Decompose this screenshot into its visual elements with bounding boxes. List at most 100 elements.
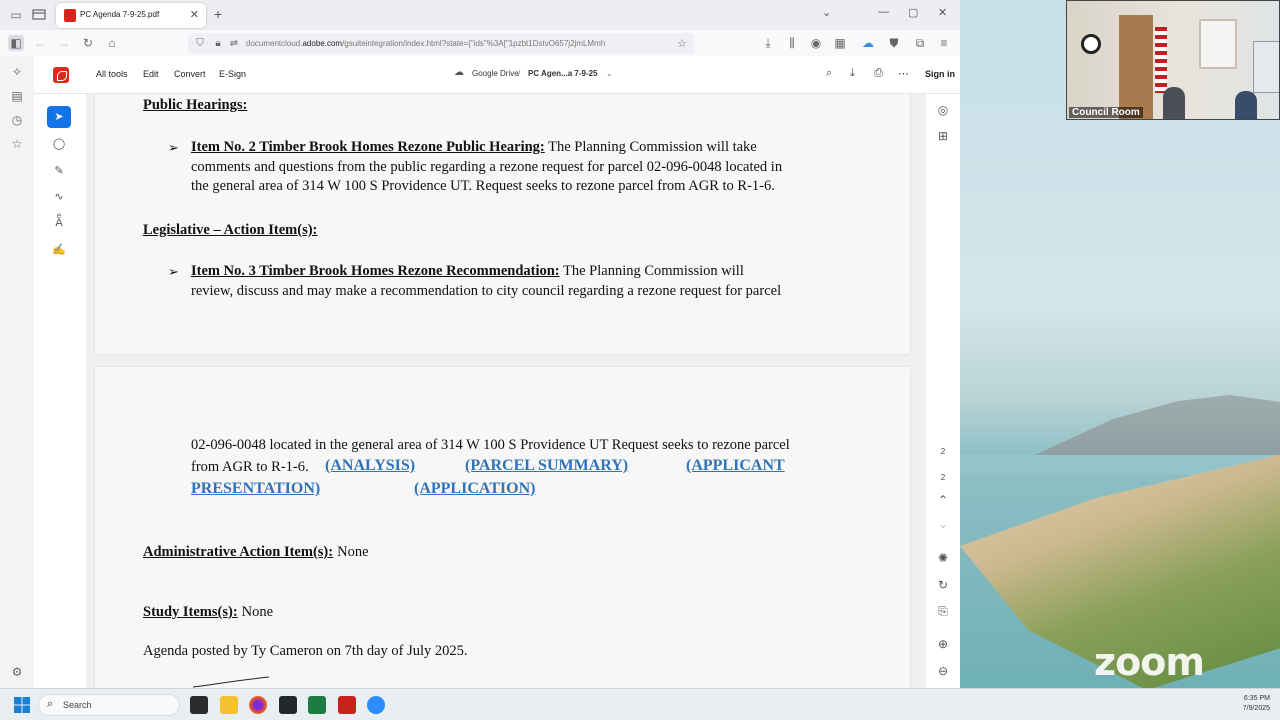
back-icon[interactable]: ←: [32, 35, 48, 51]
tab-title: PC Agenda 7-9-25.pdf: [80, 10, 160, 19]
select-cursor-icon[interactable]: ➤: [47, 106, 71, 128]
zoom-out-icon[interactable]: ⊖: [935, 663, 951, 679]
minimize-icon[interactable]: —: [878, 6, 889, 18]
sidebar-toggle-icon[interactable]: ▭: [8, 7, 24, 23]
participant-person: [1235, 91, 1257, 119]
tabs-icon[interactable]: ▤: [9, 88, 25, 104]
pdf-page-2: 02-096-0048 located in the general area …: [95, 367, 910, 688]
browser-window: ▭ PC Agenda 7-9-25.pdf ✕ + ⌄ — ▢ ✕ ◧ ← →…: [0, 0, 960, 688]
system-clock[interactable]: 6:35 PM 7/9/2025: [1243, 694, 1270, 714]
signature-scribble: [192, 676, 270, 688]
windows-taskbar: ⌕ Search 6:35 PM 7/9/2025: [0, 688, 1280, 720]
taskbar-search[interactable]: ⌕ Search: [38, 694, 180, 716]
maximize-icon[interactable]: ▢: [908, 6, 918, 19]
draw-freehand-icon[interactable]: ∿: [47, 186, 71, 208]
sidebar-icon[interactable]: ◧: [8, 35, 24, 51]
address-bar[interactable]: ⛉ 🔒︎ ⇌ documentcloud.adobe.com/gsuiteint…: [188, 33, 694, 54]
reload-icon[interactable]: ↻: [80, 35, 96, 51]
application-link[interactable]: (APPLICATION): [414, 480, 535, 498]
firefox-icon[interactable]: [249, 696, 267, 714]
account-icon[interactable]: ◉: [808, 35, 824, 51]
study-items-heading: Study Items(s):: [143, 604, 238, 620]
menu-icon[interactable]: ≡: [936, 35, 952, 51]
flag-icon: [1155, 27, 1167, 93]
item2-line1: Item No. 2 Timber Brook Homes Rezone Pub…: [191, 139, 757, 155]
admin-action-row: Administrative Action Item(s): None: [143, 543, 369, 561]
zoom-app-icon[interactable]: [367, 696, 385, 714]
item3-title: Item No. 3 Timber Brook Homes Rezone Rec…: [191, 263, 560, 279]
task-view-icon[interactable]: [190, 696, 208, 714]
ai-assistant-icon[interactable]: ◎: [935, 102, 951, 118]
windows-start-icon[interactable]: [14, 697, 30, 713]
home-icon[interactable]: ⌂: [104, 35, 120, 51]
zoom-in-icon[interactable]: ⊕: [935, 636, 951, 652]
ai-chat-icon[interactable]: ✧: [9, 64, 25, 80]
excel-icon[interactable]: [308, 696, 326, 714]
settings-gear-icon[interactable]: ⚙: [9, 664, 25, 680]
chevron-down-icon[interactable]: ⌄: [606, 69, 613, 78]
sign-in-link[interactable]: Sign in: [925, 69, 955, 79]
permissions-icon[interactable]: ⇌: [226, 36, 242, 52]
search-icon[interactable]: ⌕: [826, 67, 832, 80]
search-placeholder: Search: [63, 700, 92, 710]
lock-icon[interactable]: 🔒︎: [210, 36, 226, 52]
acrobat-icon[interactable]: [338, 696, 356, 714]
downloads-icon[interactable]: ⤓: [760, 35, 776, 51]
extension-icon[interactable]: ▦: [832, 35, 848, 51]
history-icon[interactable]: ◷: [9, 112, 25, 128]
more-options-icon[interactable]: ⋯: [898, 67, 909, 80]
text-select-icon[interactable]: Aͤ: [47, 212, 71, 234]
thumbnails-icon[interactable]: ⊞: [935, 128, 951, 144]
current-page-number[interactable]: 2: [935, 447, 951, 456]
comment-icon[interactable]: ◯: [47, 133, 71, 155]
rotate-icon[interactable]: ↻: [935, 577, 951, 593]
bookmarks-icon[interactable]: ☆: [9, 136, 25, 152]
extension-shield-icon[interactable]: ⛊: [886, 35, 902, 51]
pdf-document-area[interactable]: Public Hearings: ➢ Item No. 2 Timber Bro…: [86, 94, 926, 688]
menu-all-tools[interactable]: All tools: [96, 69, 128, 79]
applicant-presentation-link[interactable]: (APPLICANT: [686, 457, 785, 475]
extensions-icon[interactable]: ⧉: [912, 35, 928, 51]
close-tab-icon[interactable]: ✕: [190, 8, 199, 21]
search-icon: ⌕: [47, 698, 54, 710]
total-pages-number: 2: [940, 473, 946, 482]
shield-icon[interactable]: ⛉: [192, 36, 208, 52]
chevron-down-icon[interactable]: ⌄: [822, 6, 831, 19]
close-window-icon[interactable]: ✕: [938, 6, 947, 19]
download-icon[interactable]: ⤓: [850, 67, 855, 80]
highlight-pen-icon[interactable]: ✎: [47, 160, 71, 182]
breadcrumb-separator: /: [518, 69, 521, 78]
parcel-summary-link[interactable]: (PARCEL SUMMARY): [465, 457, 628, 475]
clock-time: 6:35 PM: [1243, 695, 1270, 702]
participant-video-tile[interactable]: Council Room: [1066, 0, 1280, 120]
applicant-presentation-link-cont[interactable]: PRESENTATION): [191, 480, 320, 498]
acrobat-logo-icon[interactable]: [53, 67, 69, 83]
tab-list-icon[interactable]: [32, 7, 48, 23]
forward-icon[interactable]: →: [56, 35, 72, 51]
analysis-link[interactable]: (ANALYSIS): [325, 457, 415, 475]
room-door: [1119, 15, 1153, 119]
zoom-logo: zoom: [1094, 640, 1205, 684]
sparkle-icon[interactable]: ✺: [935, 550, 951, 566]
menu-edit[interactable]: Edit: [143, 69, 159, 79]
menu-convert[interactable]: Convert: [174, 69, 206, 79]
extension-cloud-icon[interactable]: ☁: [860, 35, 876, 51]
page-settings-icon[interactable]: ⎘: [935, 603, 951, 619]
participant-name-label: Council Room: [1069, 107, 1143, 118]
library-icon[interactable]: ⫼: [784, 35, 800, 51]
tab-pc-agenda[interactable]: PC Agenda 7-9-25.pdf ✕: [56, 3, 206, 28]
file-explorer-icon[interactable]: [220, 696, 238, 714]
terminal-app-icon[interactable]: [279, 696, 297, 714]
url-text: documentcloud.adobe.com/gsuiteintegratio…: [246, 39, 606, 48]
print-icon[interactable]: ⎙: [874, 67, 883, 80]
menu-esign[interactable]: E-Sign: [219, 69, 246, 79]
acrobat-tool-rail: ➤ ◯ ✎ ∿ Aͤ ✍: [34, 94, 86, 688]
page-up-icon[interactable]: ⌃: [935, 492, 951, 508]
breadcrumb-drive[interactable]: Google Drive: [472, 69, 519, 78]
new-tab-icon[interactable]: +: [214, 6, 222, 22]
item2-title: Item No. 2 Timber Brook Homes Rezone Pub…: [191, 139, 545, 155]
breadcrumb-file[interactable]: PC Agen...a 7-9-25: [528, 69, 598, 78]
bookmark-star-icon[interactable]: ☆: [674, 36, 690, 52]
page-down-icon[interactable]: ⌄: [935, 516, 951, 532]
fill-sign-icon[interactable]: ✍: [47, 239, 71, 261]
